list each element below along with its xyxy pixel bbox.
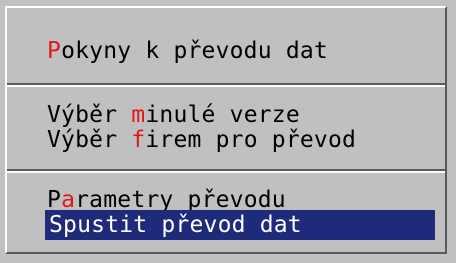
- transfer-menu: Pokyny k převodu dat Výběr minulé verze …: [5, 6, 447, 254]
- menu-item-label: Spustit převod dat: [49, 212, 302, 238]
- menu-item-label: okyny k převodu dat: [61, 38, 328, 64]
- hotkey-letter: P: [47, 38, 62, 64]
- menu-item-label-prefix: Výběr: [47, 127, 132, 153]
- hotkey-letter: f: [131, 127, 146, 153]
- menu-separator: [7, 83, 445, 87]
- menu-item-label: irem pro převod: [145, 127, 357, 153]
- menu-item-run-transfer[interactable]: Spustit převod dat: [45, 210, 435, 240]
- menu-separator: [7, 169, 445, 173]
- menu-item-transfer-instructions[interactable]: Pokyny k převodu dat: [47, 36, 328, 66]
- menu-item-select-companies[interactable]: Výběr firem pro převod: [47, 125, 356, 155]
